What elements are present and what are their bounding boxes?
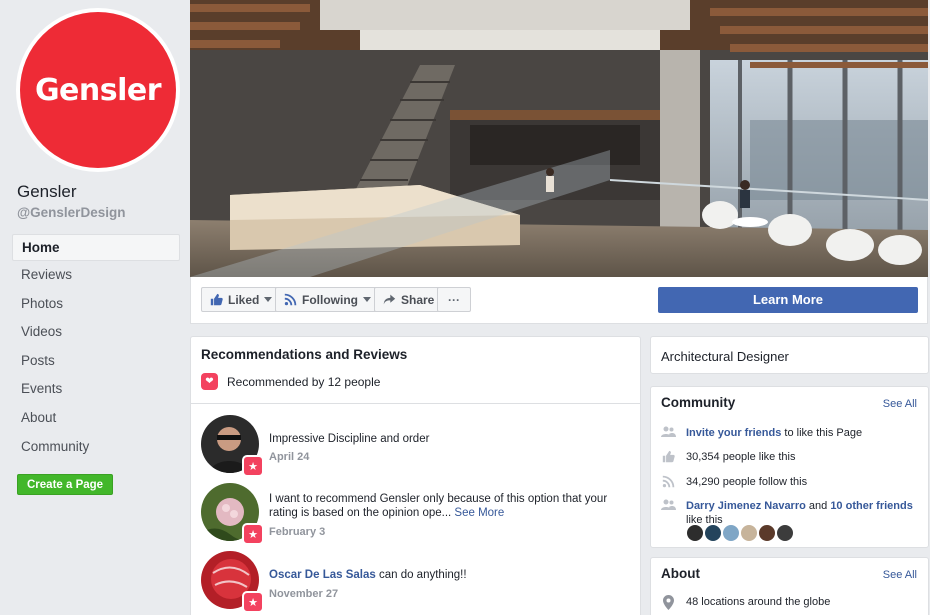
cover-image xyxy=(190,0,928,277)
review-text: Oscar De Las Salas can do anything!! xyxy=(269,568,629,582)
page-category[interactable]: Architectural Designer xyxy=(661,349,789,364)
likes-count: 30,354 people like this xyxy=(686,451,796,463)
nav-item-photos[interactable]: Photos xyxy=(12,290,180,319)
thumbs-up-icon xyxy=(210,293,223,306)
create-page-button[interactable]: Create a Page xyxy=(17,474,114,495)
friends-like-row: Darry Jimenez Navarro and 10 other frien… xyxy=(661,499,921,527)
divider xyxy=(191,403,640,404)
follows-count: 34,290 people follow this xyxy=(686,476,808,488)
review-item: ★ Oscar De Las Salas can do anything!! N… xyxy=(201,551,631,613)
about-card: About See All 48 locations around the gl… xyxy=(650,557,929,615)
review-text-body: can do anything!! xyxy=(375,569,467,581)
other-friends-link[interactable]: 10 other friends xyxy=(830,500,913,512)
following-button[interactable]: Following xyxy=(275,287,380,312)
review-text-body: I want to recommend Gensler only because… xyxy=(269,493,608,519)
left-sidebar: Gensler Gensler @GenslerDesign Home Revi… xyxy=(0,0,188,615)
friend-name-link[interactable]: Darry Jimenez Navarro xyxy=(686,500,806,512)
page-nav: Home Reviews Photos Videos Posts Events … xyxy=(12,234,180,461)
community-title[interactable]: Community xyxy=(661,395,735,410)
recommended-count: Recommended by 12 people xyxy=(227,374,381,389)
friend-and-text: and xyxy=(805,500,831,512)
about-title[interactable]: About xyxy=(661,566,700,581)
review-item: ★ Impressive Discipline and order April … xyxy=(201,415,631,477)
community-see-all-link[interactable]: See All xyxy=(883,398,917,410)
follows-row: 34,290 people follow this xyxy=(661,475,921,489)
invite-rest-text: to like this Page xyxy=(781,427,863,439)
rss-icon xyxy=(661,475,676,488)
liked-label: Liked xyxy=(228,292,260,307)
recommend-icon: ❤ xyxy=(201,373,218,390)
avatar[interactable] xyxy=(741,525,757,541)
nav-item-posts[interactable]: Posts xyxy=(12,347,180,376)
thumbs-up-icon xyxy=(661,450,676,463)
share-label: Share xyxy=(401,292,435,307)
liked-button[interactable]: Liked xyxy=(201,287,282,312)
avatar[interactable] xyxy=(705,525,721,541)
nav-item-about[interactable]: About xyxy=(12,404,180,433)
share-button[interactable]: Share xyxy=(374,287,444,312)
friends-icon xyxy=(661,426,676,438)
share-icon xyxy=(383,294,396,305)
likes-row: 30,354 people like this xyxy=(661,450,921,464)
gensler-logo: Gensler xyxy=(20,12,176,168)
chevron-down-icon xyxy=(363,297,371,302)
invite-friends-link[interactable]: Invite your friends xyxy=(686,427,781,439)
learn-more-button[interactable]: Learn More xyxy=(658,287,918,313)
avatar[interactable] xyxy=(687,525,703,541)
review-date[interactable]: February 3 xyxy=(269,526,325,538)
nav-item-community[interactable]: Community xyxy=(12,433,180,462)
community-card: Community See All Invite your friends to… xyxy=(650,386,929,548)
nav-item-videos[interactable]: Videos xyxy=(12,318,180,347)
more-options-button[interactable]: ··· xyxy=(437,287,471,312)
about-see-all-link[interactable]: See All xyxy=(883,569,917,581)
reviews-title[interactable]: Recommendations and Reviews xyxy=(201,347,407,362)
cover-photo[interactable] xyxy=(190,0,928,277)
review-date[interactable]: April 24 xyxy=(269,451,309,463)
more-label: ··· xyxy=(448,292,460,307)
locations-text: 48 locations around the globe xyxy=(686,596,831,608)
avatar[interactable] xyxy=(723,525,739,541)
page-title[interactable]: Gensler xyxy=(17,182,77,202)
reviews-card: Recommendations and Reviews ❤ Recommende… xyxy=(190,336,641,615)
profile-picture[interactable]: Gensler xyxy=(16,8,180,172)
locations-row: 48 locations around the globe xyxy=(661,595,921,610)
location-pin-icon xyxy=(661,595,676,610)
friend-avatars xyxy=(687,525,793,541)
friends-icon xyxy=(661,499,676,511)
invite-text: Invite your friends to like this Page xyxy=(686,426,862,440)
logo-text: Gensler xyxy=(34,72,162,108)
review-text: Impressive Discipline and order xyxy=(269,433,430,445)
recommend-star-icon: ★ xyxy=(242,455,264,477)
avatar[interactable] xyxy=(759,525,775,541)
recommendation-summary: ❤ Recommended by 12 people xyxy=(201,373,380,390)
review-author-link[interactable]: Oscar De Las Salas xyxy=(269,569,376,581)
category-card: Architectural Designer xyxy=(650,336,929,374)
invite-friends-row: Invite your friends to like this Page xyxy=(661,426,921,440)
review-text: I want to recommend Gensler only because… xyxy=(269,492,629,520)
friends-like-text: Darry Jimenez Navarro and 10 other frien… xyxy=(686,499,913,527)
nav-item-home[interactable]: Home xyxy=(12,234,180,261)
nav-item-reviews[interactable]: Reviews xyxy=(12,261,180,290)
review-date[interactable]: November 27 xyxy=(269,588,338,600)
page-handle[interactable]: @GenslerDesign xyxy=(17,205,125,220)
page-action-bar: Liked Following Share ··· Learn More xyxy=(190,277,928,324)
chevron-down-icon xyxy=(264,297,273,302)
review-item: ★ I want to recommend Gensler only becau… xyxy=(201,483,631,545)
following-label: Following xyxy=(302,292,358,307)
rss-icon xyxy=(284,293,297,306)
nav-item-events[interactable]: Events xyxy=(12,375,180,404)
recommend-star-icon: ★ xyxy=(242,591,264,613)
see-more-link[interactable]: See More xyxy=(454,507,504,519)
recommend-star-icon: ★ xyxy=(242,523,264,545)
avatar[interactable] xyxy=(777,525,793,541)
